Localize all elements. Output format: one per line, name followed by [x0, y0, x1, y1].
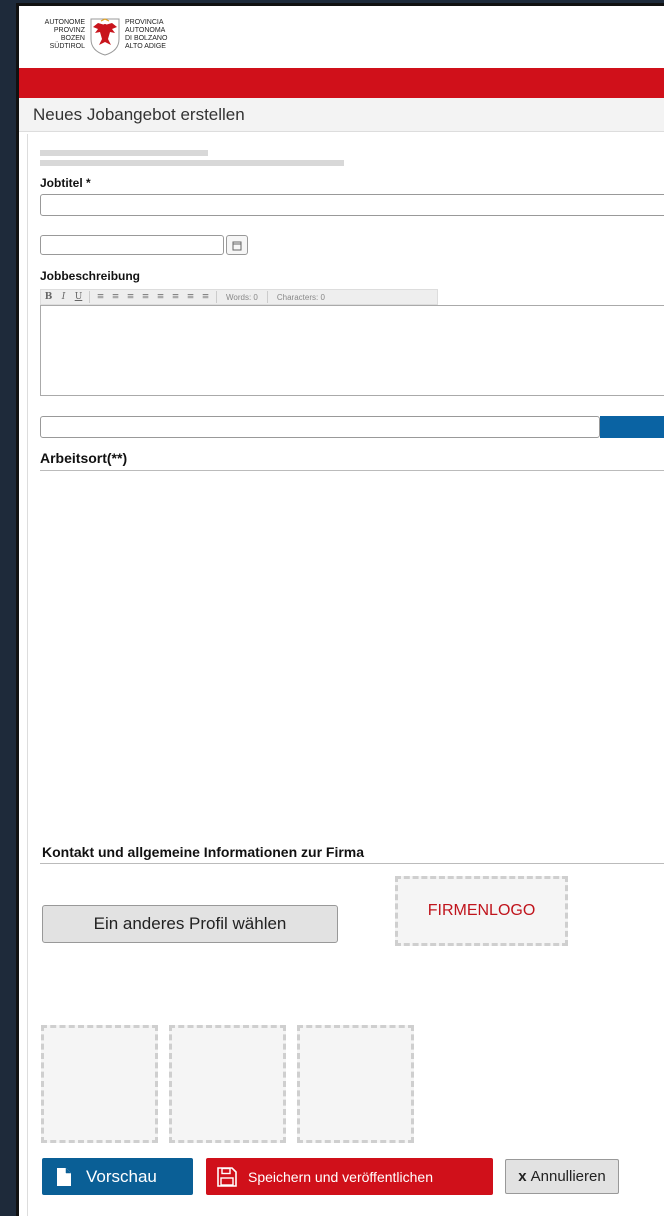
preview-button[interactable]: Vorschau — [42, 1158, 193, 1195]
kontakt-label: Kontakt und allgemeine Informationen zur… — [42, 844, 365, 860]
logo-line: PROVINCIA — [125, 19, 164, 26]
image-dropzone[interactable] — [169, 1025, 286, 1143]
save-publish-label: Speichern und veröffentlichen — [248, 1168, 433, 1185]
firmenlogo-dropzone[interactable]: FIRMENLOGO — [395, 876, 568, 946]
character-count: Characters: 0 — [276, 292, 325, 302]
jobbeschreibung-label: Jobbeschreibung — [40, 269, 141, 283]
outdent-button[interactable]: ≡ — [183, 292, 198, 302]
document-icon — [42, 1167, 86, 1187]
calendar-icon[interactable] — [226, 235, 248, 255]
app-window: AUTONOME PROVINZ BOZEN SÜDTIROL PROVINCI… — [16, 3, 664, 1216]
choose-profile-button[interactable]: Ein anderes Profil wählen — [42, 905, 338, 943]
logo-line: ALTO ADIGE — [125, 43, 166, 50]
save-publish-button[interactable]: Speichern und veröffentlichen — [206, 1158, 493, 1195]
location-search-input[interactable] — [40, 416, 600, 438]
logo-line: BOZEN — [60, 35, 85, 42]
arbeitsort-label: Arbeitsort(**) — [40, 450, 128, 466]
logo-line: DI BOLZANO — [125, 35, 168, 42]
unordered-list-button[interactable]: ≡ — [108, 292, 123, 302]
ordered-list-button[interactable]: ≡ — [93, 292, 108, 302]
cancel-button[interactable]: x Annullieren — [505, 1159, 619, 1194]
logo-line: PROVINZ — [53, 27, 85, 34]
date-input[interactable] — [40, 235, 224, 255]
skeleton-line — [40, 150, 208, 156]
jobtitel-label: Jobtitel * — [40, 176, 91, 190]
justify-button[interactable]: ≡ — [168, 292, 183, 302]
editor-toolbar: B I U ≡ ≡ ≡ ≡ ≡ ≡ ≡ ≡ Words: 0 Character… — [40, 289, 438, 305]
word-count: Words: 0 — [226, 292, 258, 302]
divider — [40, 470, 664, 471]
jobbeschreibung-editor[interactable] — [40, 305, 664, 396]
toolbar-divider — [266, 291, 268, 303]
search-button[interactable] — [600, 416, 664, 438]
logo-text-it: PROVINCIA AUTONOMA DI BOLZANO ALTO ADIGE — [125, 19, 167, 51]
header: AUTONOME PROVINZ BOZEN SÜDTIROL PROVINCI… — [19, 6, 664, 68]
underline-button[interactable]: U — [71, 292, 86, 302]
jobtitel-input[interactable] — [40, 194, 664, 216]
logo-text-de: AUTONOME PROVINZ BOZEN SÜDTIROL — [33, 19, 85, 51]
coat-of-arms-icon — [90, 18, 120, 56]
logo-line: AUTONOME — [44, 19, 85, 26]
page-title: Neues Jobangebot erstellen — [19, 98, 664, 132]
close-icon: x — [518, 1168, 527, 1185]
skeleton-line — [40, 160, 344, 166]
preview-label: Vorschau — [86, 1166, 157, 1186]
italic-button[interactable]: I — [56, 292, 71, 302]
brand-bar — [19, 68, 664, 98]
align-left-button[interactable]: ≡ — [123, 292, 138, 302]
indent-button[interactable]: ≡ — [198, 292, 213, 302]
divider — [40, 863, 664, 864]
bold-button[interactable]: B — [41, 292, 56, 302]
align-center-button[interactable]: ≡ — [138, 292, 153, 302]
toolbar-divider — [216, 291, 217, 303]
toolbar-divider — [89, 291, 90, 303]
logo-line: SÜDTIROL — [49, 43, 85, 50]
floppy-disk-icon — [206, 1166, 248, 1187]
cancel-label: Annullieren — [530, 1168, 606, 1185]
align-right-button[interactable]: ≡ — [153, 292, 168, 302]
image-dropzone[interactable] — [297, 1025, 414, 1143]
form-panel: Jobtitel * Jobbeschreibung B I U ≡ ≡ ≡ ≡… — [27, 134, 664, 1216]
logo-line: AUTONOMA — [125, 27, 166, 34]
image-dropzone[interactable] — [41, 1025, 158, 1143]
